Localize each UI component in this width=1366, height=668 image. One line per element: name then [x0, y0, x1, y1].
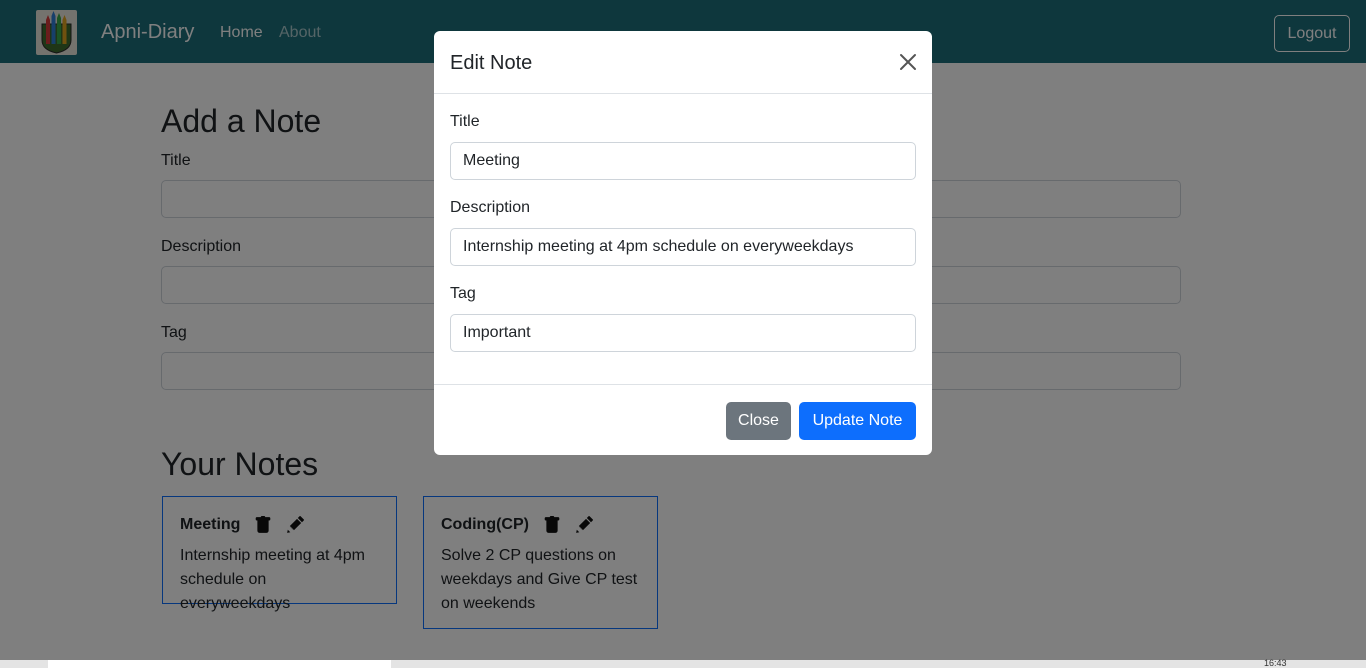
os-taskbar: 16:43 [0, 658, 1366, 668]
modal-description-label: Description [450, 199, 531, 216]
close-button[interactable]: Close [726, 402, 791, 440]
taskbar-clock: 16:43 [1264, 658, 1287, 668]
update-note-button[interactable]: Update Note [799, 402, 916, 440]
modal-title: Edit Note [450, 52, 533, 74]
close-icon[interactable] [898, 52, 918, 72]
taskbar-search-area[interactable] [48, 660, 391, 668]
modal-tag-label: Tag [450, 285, 476, 302]
modal-title-label: Title [450, 113, 480, 130]
edit-note-modal: Edit Note Title Meeting Description Inte… [434, 31, 932, 455]
edit-description-input[interactable]: Internship meeting at 4pm schedule on ev… [450, 228, 916, 266]
edit-title-input[interactable]: Meeting [450, 142, 916, 180]
modal-header: Edit Note [434, 31, 932, 94]
modal-footer: Close Update Note [434, 384, 932, 455]
edit-tag-input[interactable]: Important [450, 314, 916, 352]
